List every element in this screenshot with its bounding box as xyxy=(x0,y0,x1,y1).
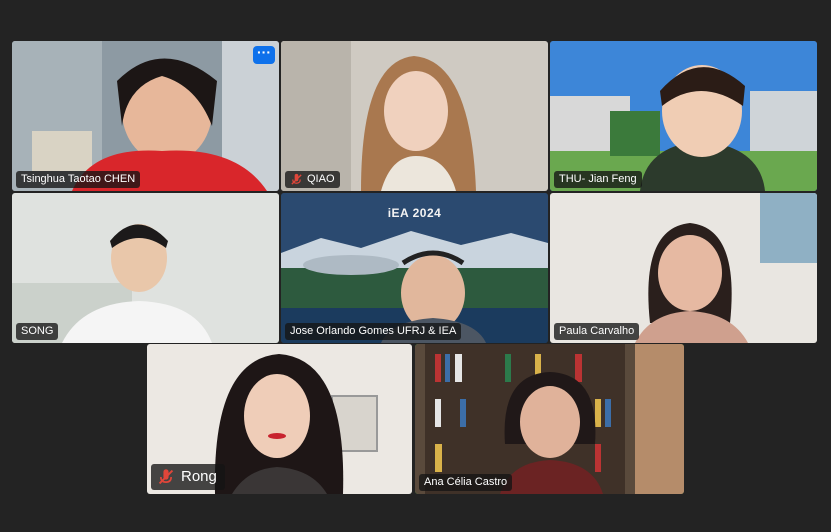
participant-name: Tsinghua Taotao CHEN xyxy=(21,173,136,185)
participant-name-tag: Rong xyxy=(151,464,225,490)
more-options-button[interactable]: ··· xyxy=(253,45,275,64)
participant-name-tag: Paula Carvalho xyxy=(554,323,640,340)
participant-name: Ana Célia Castro xyxy=(424,476,508,488)
participant-name: Rong xyxy=(181,468,217,485)
video-feed xyxy=(281,41,548,191)
microphone-muted-icon xyxy=(157,468,175,486)
participant-name-tag: THU- Jian Feng xyxy=(554,171,642,188)
slide-title: iEA 2024 xyxy=(387,206,442,220)
participant-name-tag: SONG xyxy=(16,323,59,340)
video-tile-8-active-speaker[interactable]: Ana Célia Castro xyxy=(415,344,684,494)
video-feed xyxy=(12,193,279,343)
video-tile-5[interactable]: iEA 2024 Jose Orlando Gomes UFRJ & IEA xyxy=(281,193,548,343)
participant-name-tag: Ana Célia Castro xyxy=(419,474,513,491)
video-tile-1[interactable]: ··· Tsinghua Taotao CHEN xyxy=(12,41,279,191)
video-feed xyxy=(550,193,817,343)
video-feed xyxy=(12,41,279,191)
participant-name: SONG xyxy=(21,325,54,337)
participant-name: Paula Carvalho xyxy=(559,325,635,337)
video-tile-4[interactable]: SONG xyxy=(12,193,279,343)
video-tile-7[interactable]: Rong xyxy=(147,344,412,494)
video-feed xyxy=(550,41,817,191)
participant-name: Jose Orlando Gomes UFRJ & IEA xyxy=(290,325,457,337)
microphone-muted-icon xyxy=(290,173,303,186)
participant-name-tag: QIAO xyxy=(285,171,340,188)
video-tile-3[interactable]: THU- Jian Feng xyxy=(550,41,817,191)
participant-name: THU- Jian Feng xyxy=(559,173,637,185)
video-tile-2[interactable]: QIAO xyxy=(281,41,548,191)
participant-name-tag: Tsinghua Taotao CHEN xyxy=(16,171,141,188)
participant-name-tag: Jose Orlando Gomes UFRJ & IEA xyxy=(285,323,462,340)
video-feed xyxy=(415,344,684,494)
video-tile-6[interactable]: Paula Carvalho xyxy=(550,193,817,343)
participant-name: QIAO xyxy=(307,173,335,185)
